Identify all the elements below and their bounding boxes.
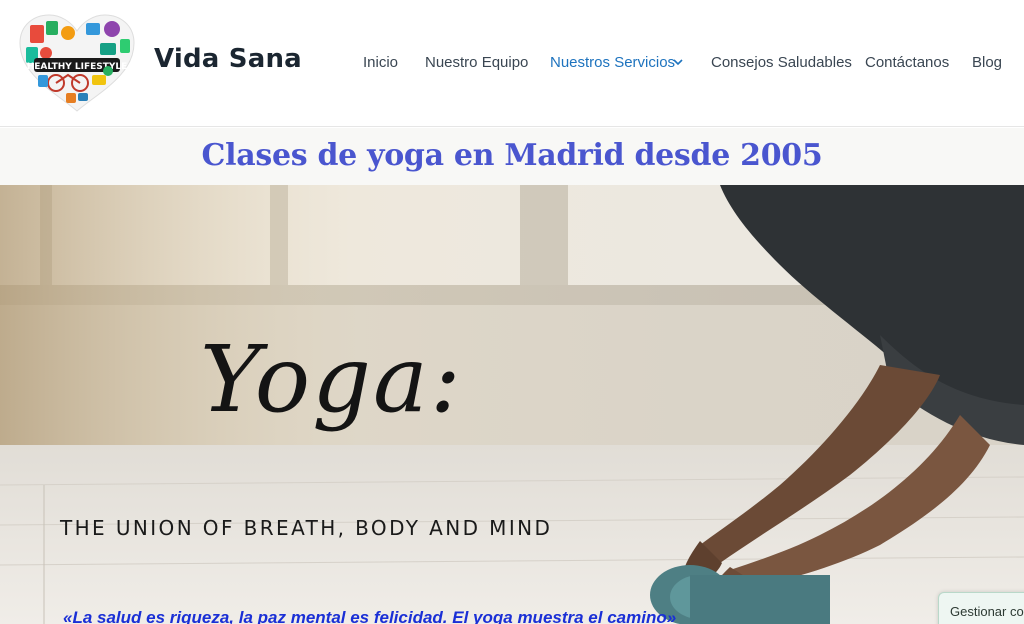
site-header: HEALTHY LIFESTYLE Vida Sana Inicio Nuest… [0,0,1024,127]
chevron-down-icon[interactable] [673,58,683,66]
cookie-settings-button[interactable]: Gestionar co [938,592,1024,624]
yoga-quote: «La salud es riqueza, la paz mental es f… [63,608,677,624]
nav-item-nuestro-equipo[interactable]: Nuestro Equipo [425,54,528,71]
nav-item-nuestros-servicios[interactable]: Nuestros Servicios [550,54,675,71]
nav-item-consejos-saludables[interactable]: Consejos Saludables [711,54,852,71]
page-title: Clases de yoga en Madrid desde 2005 [201,138,823,173]
hero-photo [0,185,1024,624]
nav-item-inicio[interactable]: Inicio [363,54,398,71]
main-nav: Inicio Nuestro Equipo Nuestros Servicios… [0,54,1024,74]
hero-tagline: THE UNION OF BREATH, BODY AND MIND [60,516,553,540]
hero-script-title: Yoga: [200,326,463,433]
nav-item-contactanos[interactable]: Contáctanos [865,54,949,71]
hero-banner: Yoga: THE UNION OF BREATH, BODY AND MIND [0,185,1024,624]
cookie-settings-label: Gestionar co [950,604,1024,619]
nav-item-blog[interactable]: Blog [972,54,1002,71]
